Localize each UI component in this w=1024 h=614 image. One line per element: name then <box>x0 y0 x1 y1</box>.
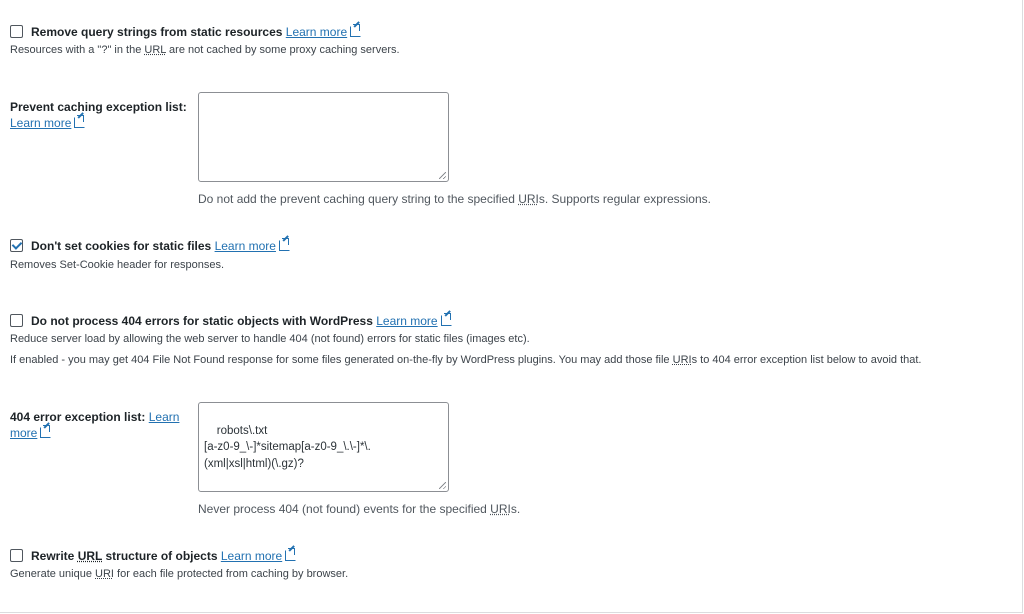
no-cookies-description: Removes Set-Cookie header for responses. <box>10 259 224 271</box>
external-link-icon <box>440 313 452 326</box>
exception-404-label: 404 error exception list: Learn more <box>10 410 180 440</box>
remove-query-title: Remove query strings from static resourc… <box>31 25 283 39</box>
exception-404-help: Never process 404 (not found) events for… <box>198 502 521 516</box>
exception-404-textarea[interactable]: robots\.txt [a-z0-9_\-]*sitemap[a-z0-9_\… <box>198 402 449 492</box>
external-link-icon <box>74 115 86 128</box>
rewrite-url-description: Generate unique URI for each file protec… <box>10 568 349 580</box>
no-cookies-title: Don't set cookies for static files <box>31 239 212 253</box>
prevent-caching-label: Prevent caching exception list: Learn mo… <box>10 100 187 130</box>
remove-query-learn-more-link[interactable]: Learn more <box>286 24 362 39</box>
no-404-description-1: Reduce server load by allowing the web s… <box>10 333 530 345</box>
no-404-checkbox[interactable] <box>10 314 23 327</box>
remove-query-description: Resources with a "?" in the URL are not … <box>10 44 400 56</box>
resize-grip-icon[interactable] <box>439 482 446 489</box>
remove-query-checkbox[interactable] <box>10 25 23 38</box>
no-404-title: Do not process 404 errors for static obj… <box>31 314 373 328</box>
rewrite-url-title: Rewrite URL structure of objects <box>31 549 218 563</box>
no-cookies-option: Don't set cookies for static files Learn… <box>10 238 290 253</box>
external-link-icon <box>40 425 52 438</box>
no-404-learn-more-link[interactable]: Learn more <box>376 313 452 328</box>
no-404-description-2: If enabled - you may get 404 File Not Fo… <box>10 354 922 366</box>
no-cookies-checkbox[interactable] <box>10 239 23 252</box>
settings-panel: Remove query strings from static resourc… <box>0 0 1023 613</box>
prevent-caching-textarea[interactable] <box>198 92 449 182</box>
no-cookies-learn-more-link[interactable]: Learn more <box>215 238 290 253</box>
rewrite-url-checkbox[interactable] <box>10 549 23 562</box>
external-link-icon <box>285 548 297 561</box>
prevent-caching-learn-more-link[interactable]: Learn more <box>10 115 86 130</box>
resize-grip-icon[interactable] <box>439 172 446 179</box>
rewrite-url-option: Rewrite URL structure of objects Learn m… <box>10 548 297 563</box>
external-link-icon <box>278 238 290 251</box>
rewrite-url-learn-more-link[interactable]: Learn more <box>221 548 297 563</box>
external-link-icon <box>350 24 362 37</box>
prevent-caching-help: Do not add the prevent caching query str… <box>198 192 711 206</box>
remove-query-option: Remove query strings from static resourc… <box>10 24 362 39</box>
no-404-option: Do not process 404 errors for static obj… <box>10 313 452 328</box>
